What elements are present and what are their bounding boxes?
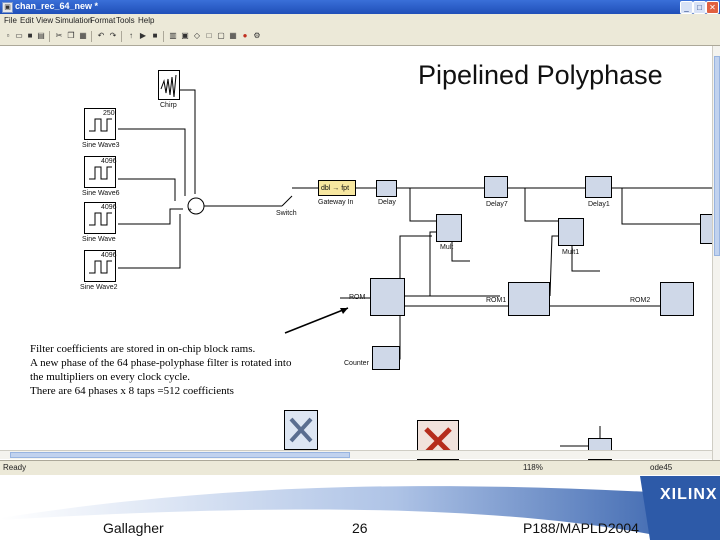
sine-wave2-block[interactable]: 4096 <box>84 250 117 282</box>
rom-block[interactable] <box>370 278 405 316</box>
redo-icon[interactable]: ↷ <box>109 32 117 40</box>
status-bar: Ready 118% ode45 <box>0 460 720 475</box>
record-icon[interactable]: ● <box>241 32 249 40</box>
grid-icon[interactable]: ▦ <box>229 32 237 40</box>
print-icon[interactable]: ▤ <box>37 32 45 40</box>
menu-view[interactable]: View <box>36 16 53 25</box>
delay-label: Delay <box>378 199 396 206</box>
gateway-in-block[interactable]: dbl → fpt <box>318 180 356 196</box>
sine-wave-tag: 4096 <box>101 204 117 211</box>
footer-page-number: 26 <box>352 520 368 536</box>
mult-block[interactable] <box>436 214 462 242</box>
library-icon[interactable]: ▥ <box>169 32 177 40</box>
window-title: chan_rec_64_new * <box>15 1 99 11</box>
rom2-label: ROM2 <box>630 297 651 304</box>
app-window: ▣ chan_rec_64_new * _ □ ✕ File Edit View… <box>0 0 720 475</box>
menu-bar: File Edit View Simulation Format Tools H… <box>0 15 720 28</box>
save-icon[interactable]: ■ <box>26 32 34 40</box>
sine-wave3-block[interactable]: 250 <box>84 108 116 140</box>
xilinx-logo: XILINX <box>660 486 718 503</box>
horizontal-scroll-thumb[interactable] <box>10 452 350 458</box>
title-bar: ▣ chan_rec_64_new * _ □ ✕ <box>0 0 720 14</box>
chirp-block[interactable] <box>158 70 180 100</box>
rom2-block[interactable] <box>660 282 694 316</box>
open-icon[interactable]: ▭ <box>15 32 23 40</box>
toolbar: ▫ ▭ ■ ▤ ✂ ❐ ▦ ↶ ↷ ↑ ▶ ■ ▥ ▣ ◇ □ ▢ ▦ ● ⚙ <box>0 28 720 46</box>
copy-icon[interactable]: ❐ <box>67 32 75 40</box>
app-icon: ▣ <box>2 2 13 13</box>
debug-icon[interactable]: ◇ <box>193 32 201 40</box>
undo-icon[interactable]: ↶ <box>97 32 105 40</box>
up-icon[interactable]: ↑ <box>127 32 135 40</box>
mult1-block[interactable] <box>558 218 584 246</box>
diagram-canvas[interactable]: + Pipelined Polyphase Chirp 250 Sine Wav… <box>0 46 712 460</box>
menu-file[interactable]: File <box>4 16 17 25</box>
gateway-in-text: dbl → fpt <box>321 185 350 192</box>
delay1-block[interactable] <box>585 176 612 198</box>
start-simulation-icon[interactable]: ▶ <box>139 32 147 40</box>
menu-help[interactable]: Help <box>138 16 154 25</box>
counter-block[interactable] <box>372 346 400 370</box>
paste-icon[interactable]: ▦ <box>79 32 87 40</box>
settings-icon[interactable]: ⚙ <box>253 32 261 40</box>
status-ready: Ready <box>3 463 27 472</box>
menu-edit[interactable]: Edit <box>20 16 34 25</box>
xilinx-x-icon <box>289 417 313 443</box>
annotation-text: Filter coefficients are stored in on-chi… <box>30 342 292 398</box>
rom1-label: ROM1 <box>486 297 507 304</box>
sine-wave3-tag: 250 <box>103 110 115 117</box>
cut-icon[interactable]: ✂ <box>55 32 63 40</box>
sine-wave-label: Sine Wave <box>82 236 116 243</box>
annotation-line-2: A new phase of the 64 phase-polyphase fi… <box>30 357 292 369</box>
stop-simulation-icon[interactable]: ■ <box>151 32 159 40</box>
counter-label: Counter <box>344 360 369 367</box>
horizontal-scrollbar[interactable] <box>0 450 712 459</box>
close-button[interactable]: ✕ <box>706 1 719 14</box>
vertical-scroll-thumb[interactable] <box>714 56 720 256</box>
footer-reference: P188/MAPLD2004 <box>523 520 639 536</box>
delay7-block[interactable] <box>484 176 508 198</box>
sine-wave2-tag: 4096 <box>101 252 117 259</box>
delay-block[interactable] <box>376 180 397 197</box>
annotation-line-3: the multipliers on every clock cycle. <box>30 371 191 383</box>
slide-footer: XILINX Gallagher 26 P188/MAPLD2004 <box>0 476 720 540</box>
menu-tools[interactable]: Tools <box>116 16 135 25</box>
delay1-label: Delay1 <box>588 201 610 208</box>
sine-wave2-label: Sine Wave2 <box>80 284 118 291</box>
vertical-scrollbar[interactable] <box>712 46 720 460</box>
sine-wave6-block[interactable]: 4096 <box>84 156 117 188</box>
minimize-button[interactable]: _ <box>680 1 693 14</box>
rom1-block[interactable] <box>508 282 550 316</box>
sine-wave-block[interactable]: 4096 <box>84 202 117 234</box>
sine-wave6-label: Sine Wave6 <box>82 190 120 197</box>
status-zoom: 118% <box>523 463 543 472</box>
sine-wave3-label: Sine Wave3 <box>82 142 120 149</box>
new-icon[interactable]: ▫ <box>4 32 12 40</box>
mult1-label: Mult1 <box>562 249 580 256</box>
mult-label: Mult <box>440 244 454 251</box>
mult2-block[interactable] <box>700 214 712 244</box>
menu-format[interactable]: Format <box>90 16 115 25</box>
switch-label: Switch <box>276 210 297 217</box>
svg-text:+: + <box>188 207 192 214</box>
slide-title: Pipelined Polyphase <box>418 60 663 90</box>
xilinx-block-icon[interactable] <box>284 410 318 450</box>
annotation-line-4: There are 64 phases x 8 taps =512 coeffi… <box>30 385 234 397</box>
maximize-button[interactable]: □ <box>693 1 706 14</box>
status-solver: ode45 <box>650 463 673 472</box>
properties-icon[interactable]: □ <box>205 32 213 40</box>
rom-label: ROM <box>349 294 366 301</box>
subsystem-icon[interactable]: ▢ <box>217 32 225 40</box>
annotation-line-1: Filter coefficients are stored in on-chi… <box>30 343 256 355</box>
delay7-label: Delay7 <box>486 201 508 208</box>
model-explorer-icon[interactable]: ▣ <box>181 32 189 40</box>
gateway-in-label: Gateway In <box>318 199 354 206</box>
menu-simulation[interactable]: Simulation <box>55 16 92 25</box>
sine-wave6-tag: 4096 <box>101 158 117 165</box>
footer-author: Gallagher <box>103 520 164 536</box>
chirp-icon <box>160 74 177 98</box>
chirp-label: Chirp <box>160 102 177 109</box>
